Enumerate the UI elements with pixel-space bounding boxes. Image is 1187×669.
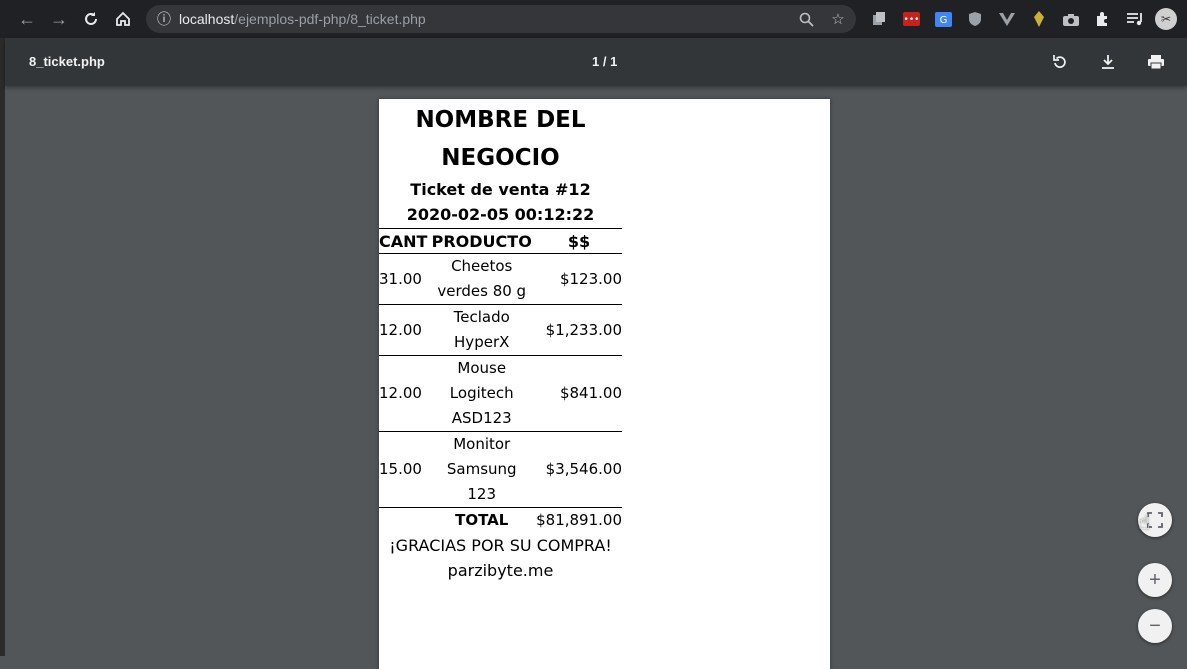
table-row: 12.00 Teclado HyperX $1,233.00 [379, 304, 622, 356]
cell-precio: $1,233.00 [536, 304, 622, 356]
hand-cursor-icon: ☝ [1138, 512, 1151, 534]
business-name-line2: NEGOCIO [441, 145, 560, 171]
ublock-icon[interactable] [965, 9, 985, 29]
cell-precio: $841.00 [536, 355, 622, 432]
header-precio: $$ [536, 228, 622, 254]
home-icon[interactable] [111, 7, 135, 31]
total-value: $81,891.00 [536, 511, 622, 529]
svg-text:G: G [939, 15, 947, 26]
thanks-message: ¡GRACIAS POR SU COMPRA! [389, 536, 612, 555]
ticket-number: Ticket de venta #12 [410, 180, 591, 199]
header-producto: PRODUCTO [427, 228, 536, 254]
left-edge-strip [0, 38, 5, 656]
ticket-datetime: 2020-02-05 00:12:22 [406, 205, 595, 224]
cell-producto: Teclado HyperX [427, 304, 536, 356]
url-text[interactable]: localhost/ejemplos-pdf-php/8_ticket.php [179, 11, 426, 27]
download-icon[interactable] [1096, 50, 1120, 74]
zoom-in-button[interactable]: + [1138, 563, 1172, 597]
table-row: 31.00 Cheetos verdes 80 g $123.00 [379, 253, 622, 305]
puzzle-icon[interactable] [1093, 9, 1113, 29]
items-table: CANT PRODUCTO $$ 31.00 Cheetos verdes 80… [379, 228, 622, 533]
reload-icon[interactable] [79, 7, 103, 31]
back-arrow-icon[interactable]: ← [15, 7, 39, 31]
ticket: NOMBRE DEL NEGOCIO Ticket de venta #12 2… [379, 99, 622, 583]
website: parzibyte.me [447, 561, 554, 580]
browser-toolbar: ← → ⓘ localhost/ejemplos-pdf-php/8_ticke… [0, 0, 1187, 38]
cell-producto: Cheetos verdes 80 g [427, 253, 536, 305]
header-cant: CANT [379, 228, 428, 254]
cell-cant: 31.00 [379, 253, 428, 305]
table-header: CANT PRODUCTO $$ [379, 228, 622, 254]
print-icon[interactable] [1144, 50, 1168, 74]
total-row: TOTAL $81,891.00 [379, 508, 622, 534]
pin-icon[interactable] [1029, 9, 1049, 29]
rotate-icon[interactable] [1048, 50, 1072, 74]
zoom-icon[interactable] [796, 9, 816, 29]
forward-arrow-icon[interactable]: → [47, 7, 71, 31]
translate-icon[interactable]: G [933, 9, 953, 29]
more-dots-extension-icon[interactable]: ••• [901, 9, 921, 29]
cell-producto: Monitor Samsung 123 [427, 431, 536, 508]
document-title: 8_ticket.php [29, 54, 105, 69]
zoom-out-button[interactable]: − [1138, 609, 1172, 643]
table-row: 15.00 Monitor Samsung 123 $3,546.00 [379, 431, 622, 508]
profile-avatar[interactable]: ✂ [1155, 8, 1177, 30]
media-queue-icon[interactable] [1125, 9, 1145, 29]
cell-cant: 15.00 [379, 431, 428, 508]
svg-text:•••: ••• [903, 15, 919, 25]
total-label: TOTAL [455, 511, 509, 529]
pdf-toolbar: 8_ticket.php 1 / 1 [5, 38, 1187, 86]
cell-precio: $3,546.00 [536, 431, 622, 508]
copy-icon[interactable] [869, 9, 889, 29]
table-row: 12.00 Mouse Logitech ASD123 $841.00 [379, 355, 622, 432]
cell-precio: $123.00 [536, 253, 622, 305]
cell-cant: 12.00 [379, 355, 428, 432]
info-icon[interactable]: ⓘ [154, 9, 174, 29]
cell-producto: Mouse Logitech ASD123 [427, 355, 536, 432]
address-bar[interactable]: ⓘ localhost/ejemplos-pdf-php/8_ticket.ph… [146, 5, 856, 33]
camera-icon[interactable] [1061, 9, 1081, 29]
vue-icon[interactable] [997, 9, 1017, 29]
business-name: NOMBRE DEL NEGOCIO [379, 101, 622, 177]
star-icon[interactable]: ☆ [828, 9, 848, 29]
page-indicator: 1 / 1 [592, 54, 618, 69]
cell-cant: 12.00 [379, 304, 428, 356]
business-name-line1: NOMBRE DEL [415, 107, 586, 133]
pdf-page: NOMBRE DEL NEGOCIO Ticket de venta #12 2… [379, 99, 830, 669]
